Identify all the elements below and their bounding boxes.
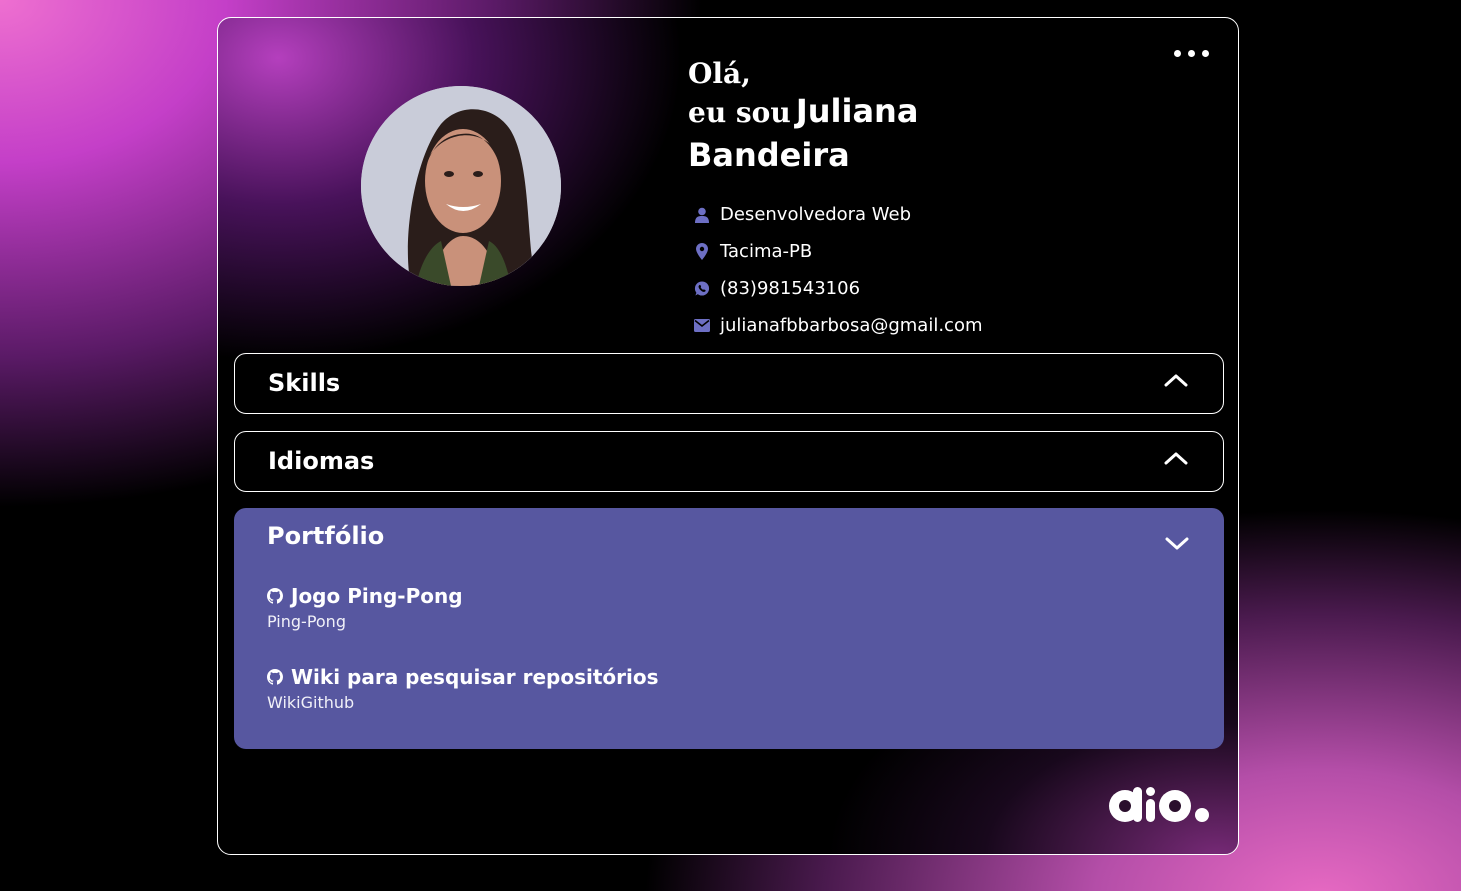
idiomas-accordion[interactable]: Idiomas: [234, 431, 1224, 492]
profile-card: Olá, eu sou Juliana Bandeira Desenvolved…: [217, 17, 1239, 855]
email-text: julianafbbarbosa@gmail.com: [720, 315, 983, 336]
project-link[interactable]: Wiki para pesquisar repositórios: [267, 663, 659, 691]
portfolio-accordion[interactable]: Portfólio Jogo Ping-Pong Ping-Pong Wiki …: [234, 508, 1224, 749]
dot: [1202, 50, 1209, 57]
skills-title: Skills: [268, 369, 341, 397]
dot: [1188, 50, 1195, 57]
skills-accordion[interactable]: Skills: [234, 353, 1224, 414]
chevron-up-icon: [1164, 452, 1188, 465]
portfolio-item[interactable]: Jogo Ping-Pong Ping-Pong: [267, 582, 463, 631]
chevron-up-icon: [1164, 374, 1188, 387]
portfolio-item[interactable]: Wiki para pesquisar repositórios WikiGit…: [267, 663, 659, 712]
dio-logo: [1109, 787, 1209, 822]
project-title: Jogo Ping-Pong: [291, 584, 463, 608]
portfolio-title: Portfólio: [267, 522, 385, 550]
avatar: [361, 86, 561, 286]
greeting-hello: Olá,: [688, 57, 751, 90]
last-name: Bandeira: [688, 136, 850, 174]
mail-icon: [694, 317, 710, 335]
greeting: Olá, eu sou Juliana Bandeira: [688, 56, 1088, 174]
info-phone: (83)981543106: [694, 270, 983, 307]
user-icon: [694, 206, 710, 224]
idiomas-title: Idiomas: [268, 447, 375, 475]
first-name: Juliana: [795, 92, 919, 130]
contact-info: Desenvolvedora Web Tacima-PB (83)9815431…: [694, 196, 983, 344]
more-options-button[interactable]: [1174, 46, 1210, 60]
phone-text: (83)981543106: [720, 278, 861, 299]
location-text: Tacima-PB: [720, 241, 813, 262]
greeting-intro: eu sou Juliana: [688, 92, 1088, 136]
project-subtitle: Ping-Pong: [267, 612, 346, 631]
project-title: Wiki para pesquisar repositórios: [291, 665, 659, 689]
dot: [1174, 50, 1181, 57]
github-icon: [267, 588, 283, 604]
avatar-photo: [361, 86, 561, 286]
info-email: julianafbbarbosa@gmail.com: [694, 307, 983, 344]
info-role: Desenvolvedora Web: [694, 196, 983, 233]
info-location: Tacima-PB: [694, 233, 983, 270]
location-pin-icon: [694, 243, 710, 261]
whatsapp-icon: [694, 280, 710, 298]
chevron-down-icon: [1165, 537, 1189, 550]
project-subtitle: WikiGithub: [267, 693, 355, 712]
project-link[interactable]: Jogo Ping-Pong: [267, 582, 463, 610]
github-icon: [267, 669, 283, 685]
greeting-prefix: eu sou: [688, 96, 791, 129]
role-text: Desenvolvedora Web: [720, 204, 912, 225]
